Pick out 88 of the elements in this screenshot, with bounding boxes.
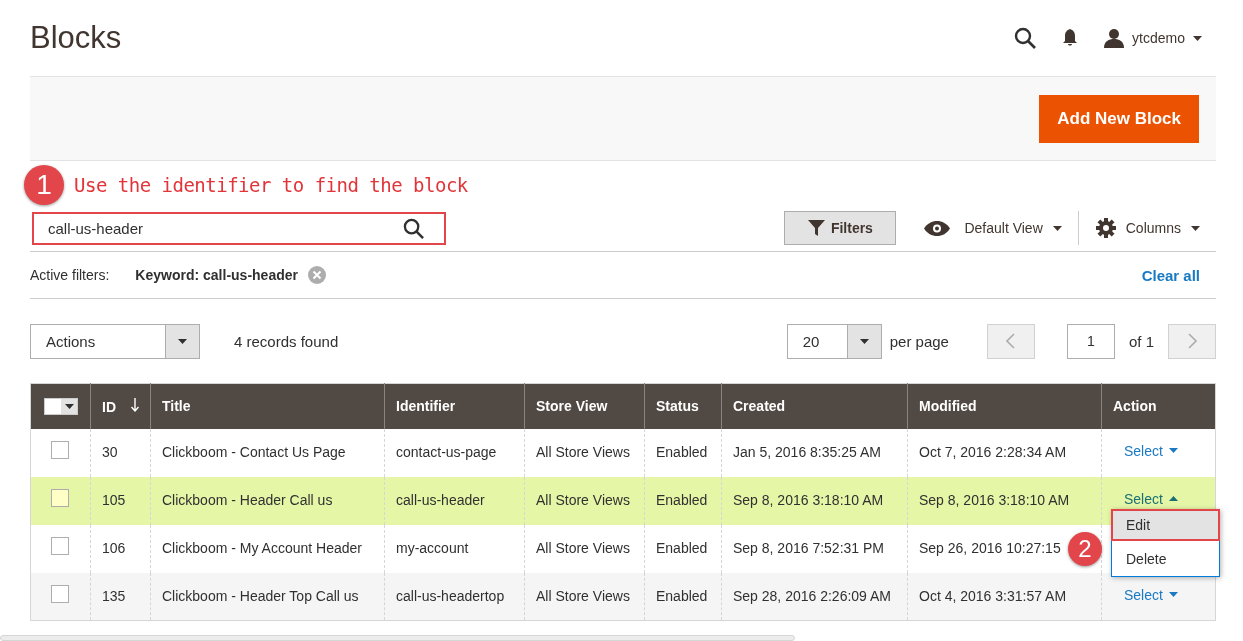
- caret-icon: [1052, 225, 1062, 231]
- column-header[interactable]: Store View: [524, 383, 645, 429]
- table-row[interactable]: 135 Clickboom - Header Top Call us call-us-headertop All Store Views Enabled Sep 28, 2016 2:26:09 AM Oct 4, 2016 3:31:57 AM Select: [30, 572, 1216, 621]
- sort-arrow-icon: [131, 397, 139, 412]
- row-checkbox[interactable]: [51, 440, 69, 459]
- search-icon[interactable]: [403, 217, 424, 239]
- filters-button[interactable]: Filters: [784, 211, 897, 245]
- clear-all-link[interactable]: Clear all: [1141, 266, 1216, 284]
- table-cell: Enabled: [644, 428, 722, 477]
- column-header[interactable]: Action: [1101, 383, 1216, 429]
- chevron-left-icon: [1006, 333, 1016, 349]
- caret-icon: [1168, 448, 1178, 453]
- user-name[interactable]: ytcdemo: [1132, 30, 1185, 46]
- column-header[interactable]: ID: [90, 383, 151, 429]
- row-checkbox[interactable]: [51, 536, 69, 555]
- actions-dropdown[interactable]: Actions: [30, 323, 200, 359]
- previous-page-button[interactable]: [986, 323, 1035, 359]
- page-total: of 1: [1128, 332, 1154, 350]
- column-header[interactable]: Created: [721, 383, 908, 429]
- select-action-link[interactable]: Select: [1124, 586, 1178, 603]
- menu-item[interactable]: Delete: [1112, 541, 1219, 576]
- table-cell: Clickboom - Header Call us: [150, 476, 385, 525]
- table-cell: Clickboom - My Account Header: [150, 524, 385, 573]
- add-new-block-button[interactable]: Add New Block: [1039, 94, 1199, 143]
- columns-dropdown[interactable]: Columns: [1115, 220, 1216, 236]
- search-input[interactable]: call-us-header: [46, 218, 346, 238]
- table-cell: Enabled: [644, 524, 722, 573]
- table-cell: 105: [90, 476, 151, 525]
- table-cell: 106: [90, 524, 151, 573]
- per-page-label: per page: [889, 332, 949, 350]
- page-number-field[interactable]: 1: [1066, 323, 1115, 359]
- caret-icon: [1168, 496, 1178, 501]
- user-icon[interactable]: [1104, 28, 1125, 48]
- settings-icon: [1095, 218, 1116, 238]
- records-count: 4 records found: [234, 332, 339, 350]
- table-cell: 30: [90, 428, 151, 477]
- row-checkbox[interactable]: [51, 584, 69, 603]
- table-cell: contact-us-page: [384, 428, 525, 477]
- table-cell: Jan 5, 2016 8:35:25 AM: [721, 428, 908, 477]
- chevron-right-icon: [1187, 333, 1197, 349]
- step-badge: 1: [24, 165, 64, 205]
- table-cell: my-account: [384, 524, 525, 573]
- caret-icon: [859, 338, 869, 344]
- table-cell: All Store Views: [524, 476, 645, 525]
- select-all-checkbox[interactable]: [44, 397, 78, 415]
- table-cell: Clickboom - Contact Us Page: [150, 428, 385, 477]
- table-cell: 135: [90, 572, 151, 621]
- table-cell: Sep 28, 2016 2:26:09 AM: [721, 572, 908, 621]
- bell-icon[interactable]: [1062, 29, 1079, 47]
- search-field[interactable]: call-us-header: [32, 211, 446, 245]
- table-cell: Sep 8, 2016 3:18:10 AM: [721, 476, 908, 525]
- table-cell: Sep 8, 2016 3:18:10 AM: [907, 476, 1102, 525]
- table-cell: Sep 8, 2016 7:52:31 PM: [721, 524, 908, 573]
- row-checkbox[interactable]: [51, 488, 69, 507]
- filter-keyword: Keyword: call-us-header: [135, 267, 298, 283]
- table-cell: Clickboom - Header Top Call us: [150, 572, 385, 621]
- annotation-text: Use the identifier to find the block: [74, 174, 468, 196]
- table-cell: Oct 7, 2016 2:28:34 AM: [907, 428, 1102, 477]
- select-action-link[interactable]: Select: [1124, 442, 1178, 459]
- per-page-dropdown[interactable]: 20: [786, 323, 882, 359]
- column-header[interactable]: Status: [644, 383, 722, 429]
- default-view-dropdown[interactable]: Default View: [950, 220, 1078, 236]
- table-cell: Enabled: [644, 476, 722, 525]
- active-filters-label: Active filters:: [30, 267, 110, 283]
- caret-icon: [1168, 592, 1178, 597]
- remove-icon[interactable]: [307, 266, 326, 284]
- caret-icon: [64, 403, 74, 409]
- menu-item[interactable]: Edit: [1112, 509, 1219, 540]
- page-title: Blocks: [30, 20, 122, 56]
- search-icon[interactable]: [1014, 27, 1037, 49]
- eye-icon: [924, 220, 951, 236]
- table-cell: All Store Views: [524, 524, 645, 573]
- column-header[interactable]: Title: [150, 383, 385, 429]
- column-header[interactable]: Modified: [907, 383, 1102, 429]
- select-action-link[interactable]: Select: [1124, 490, 1178, 507]
- caret-icon: [1193, 35, 1202, 41]
- table-cell: call-us-header: [384, 476, 525, 525]
- next-page-button[interactable]: [1168, 323, 1216, 359]
- table-cell: All Store Views: [524, 572, 645, 621]
- caret-icon: [178, 338, 187, 344]
- table-cell: Oct 4, 2016 3:31:57 AM: [907, 572, 1102, 621]
- table-row[interactable]: 30 Clickboom - Contact Us Page contact-us-page All Store Views Enabled Jan 5, 2016 8:35:25 AM Oct 7, 2016 2:28:34 AM Select: [30, 428, 1216, 477]
- table-cell: call-us-headertop: [384, 572, 525, 621]
- table-cell: Enabled: [644, 572, 722, 621]
- funnel-icon: [807, 220, 825, 236]
- column-header[interactable]: Identifier: [384, 383, 525, 429]
- caret-icon: [1191, 225, 1200, 231]
- table-cell: All Store Views: [524, 428, 645, 477]
